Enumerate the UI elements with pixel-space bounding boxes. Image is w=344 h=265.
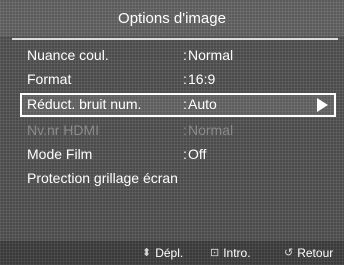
osd-screen: Options d'image Nuance coul. Normal Form… xyxy=(0,0,344,265)
menu-item-label: Protection grillage écran xyxy=(27,170,178,186)
menu-item-reduct-bruit-num[interactable]: Réduct. bruit num. Auto xyxy=(20,93,336,117)
hint-enter: ⊡ Intro. xyxy=(210,246,251,260)
menu-item-label: Format xyxy=(27,71,72,87)
menu-item-value: Normal xyxy=(183,47,233,63)
menu-item-value: Off xyxy=(183,146,207,162)
menu-item-label: Mode Film xyxy=(27,146,93,162)
hint-move: ⬍ Dépl. xyxy=(142,246,183,260)
return-icon: ↺ xyxy=(284,246,294,259)
menu-title-bar: Options d'image xyxy=(0,0,344,36)
menu-item-nv-nr-hdmi: Nv.nr HDMI Normal xyxy=(20,119,336,143)
footer-hints: ⬍ Dépl. ⊡ Intro. ↺ Retour xyxy=(0,241,344,265)
menu-item-value: Normal xyxy=(183,122,233,138)
menu-item-protection-grillage-ecran[interactable]: Protection grillage écran xyxy=(20,167,336,191)
menu-item-label: Nv.nr HDMI xyxy=(27,122,100,138)
menu-item-value: Auto xyxy=(183,96,217,112)
menu-item-label: Réduct. bruit num. xyxy=(27,96,142,112)
enter-icon: ⊡ xyxy=(210,246,220,259)
menu-title: Options d'image xyxy=(118,9,226,27)
hint-enter-label: Intro. xyxy=(223,246,251,260)
menu-item-value: 16:9 xyxy=(183,71,215,87)
hint-return: ↺ Retour xyxy=(284,246,333,260)
hint-move-label: Dépl. xyxy=(155,246,184,260)
menu-item-label: Nuance coul. xyxy=(27,47,109,63)
menu-item-mode-film[interactable]: Mode Film Off xyxy=(20,143,336,167)
title-divider xyxy=(12,38,338,40)
menu-item-format[interactable]: Format 16:9 xyxy=(20,68,336,92)
submenu-arrow-icon xyxy=(317,98,328,112)
up-down-arrow-icon: ⬍ xyxy=(142,246,152,259)
hint-return-label: Retour xyxy=(297,246,334,260)
menu-item-nuance-coul[interactable]: Nuance coul. Normal xyxy=(20,44,336,68)
